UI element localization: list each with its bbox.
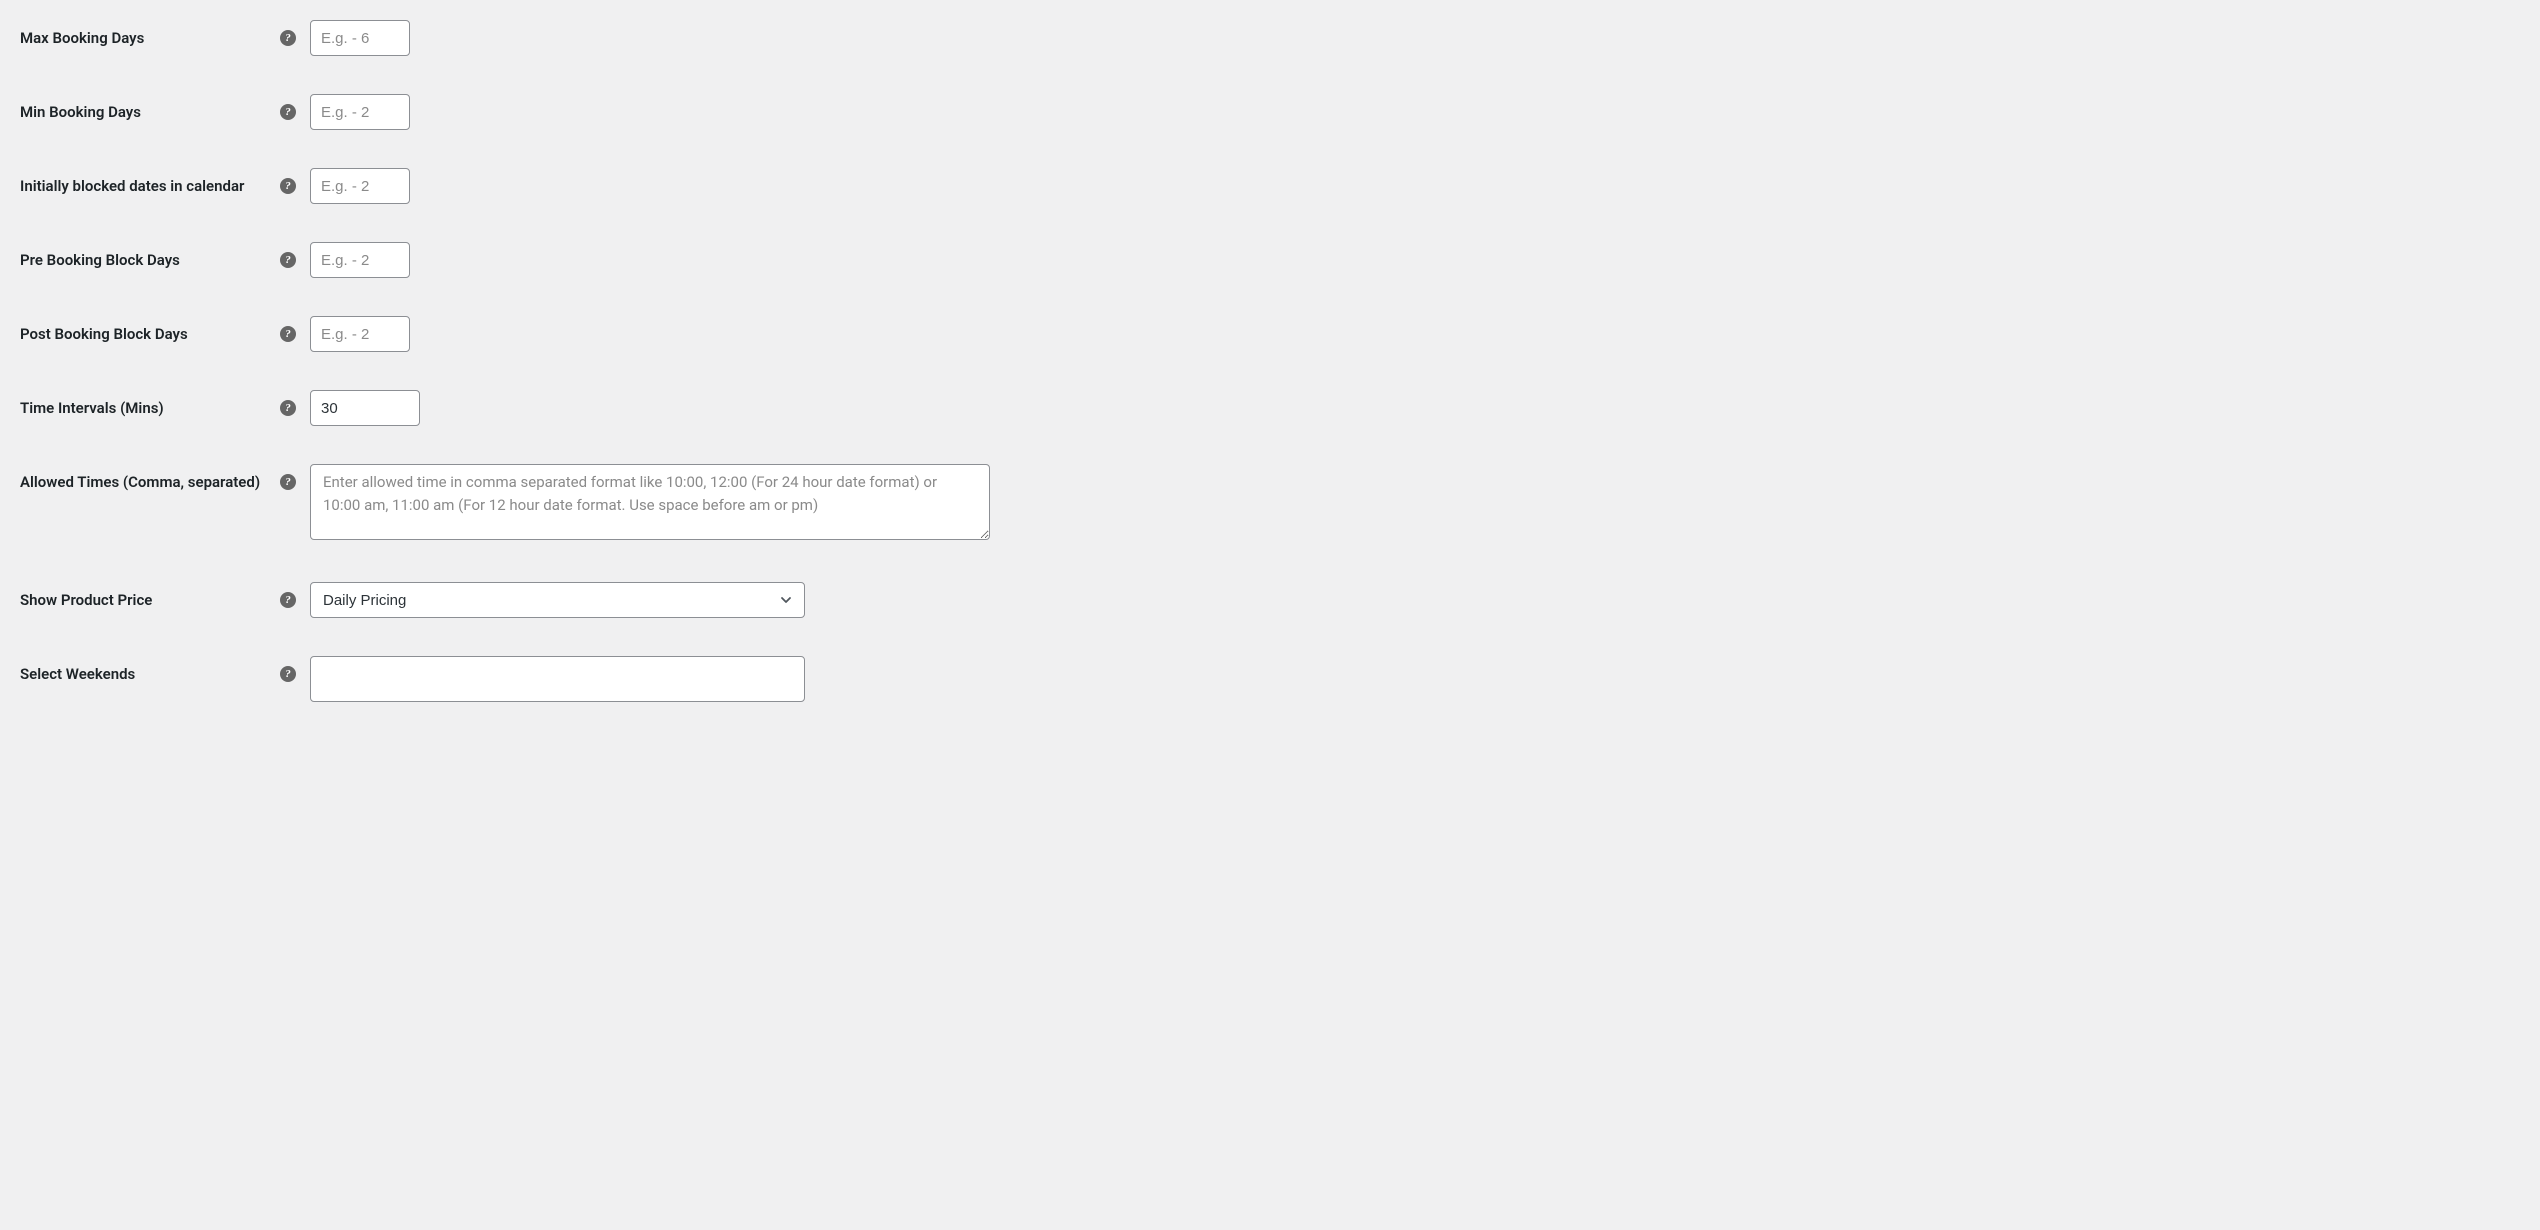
allowed-times-row: Allowed Times (Comma, separated) ? (20, 464, 1480, 544)
time-intervals-input[interactable] (310, 390, 420, 426)
max-booking-days-label: Max Booking Days (20, 20, 280, 49)
max-booking-days-row: Max Booking Days ? (20, 20, 1480, 56)
time-intervals-row: Time Intervals (Mins) ? (20, 390, 1480, 426)
show-product-price-row: Show Product Price ? Daily Pricing (20, 582, 1480, 618)
post-booking-block-row: Post Booking Block Days ? (20, 316, 1480, 352)
help-icon[interactable]: ? (280, 30, 296, 46)
booking-settings-form: Max Booking Days ? Min Booking Days ? In… (0, 0, 1500, 742)
min-booking-days-row: Min Booking Days ? (20, 94, 1480, 130)
help-icon[interactable]: ? (280, 592, 296, 608)
post-booking-block-input[interactable] (310, 316, 410, 352)
allowed-times-textarea[interactable] (310, 464, 990, 540)
help-icon[interactable]: ? (280, 252, 296, 268)
post-booking-block-label: Post Booking Block Days (20, 316, 280, 345)
min-booking-days-input[interactable] (310, 94, 410, 130)
select-weekends-label: Select Weekends (20, 656, 280, 685)
help-icon[interactable]: ? (280, 400, 296, 416)
show-product-price-select-wrapper: Daily Pricing (310, 582, 805, 618)
max-booking-days-input[interactable] (310, 20, 410, 56)
pre-booking-block-row: Pre Booking Block Days ? (20, 242, 1480, 278)
help-icon[interactable]: ? (280, 178, 296, 194)
help-icon[interactable]: ? (280, 104, 296, 120)
pre-booking-block-input[interactable] (310, 242, 410, 278)
show-product-price-select[interactable]: Daily Pricing (310, 582, 805, 618)
show-product-price-label: Show Product Price (20, 582, 280, 611)
help-icon[interactable]: ? (280, 474, 296, 490)
allowed-times-label: Allowed Times (Comma, separated) (20, 464, 280, 493)
initially-blocked-input[interactable] (310, 168, 410, 204)
select-weekends-row: Select Weekends ? (20, 656, 1480, 702)
initially-blocked-row: Initially blocked dates in calendar ? (20, 168, 1480, 204)
min-booking-days-label: Min Booking Days (20, 94, 280, 123)
pre-booking-block-label: Pre Booking Block Days (20, 242, 280, 271)
select-weekends-input[interactable] (310, 656, 805, 702)
help-icon[interactable]: ? (280, 326, 296, 342)
initially-blocked-label: Initially blocked dates in calendar (20, 168, 280, 197)
time-intervals-label: Time Intervals (Mins) (20, 390, 280, 419)
help-icon[interactable]: ? (280, 666, 296, 682)
